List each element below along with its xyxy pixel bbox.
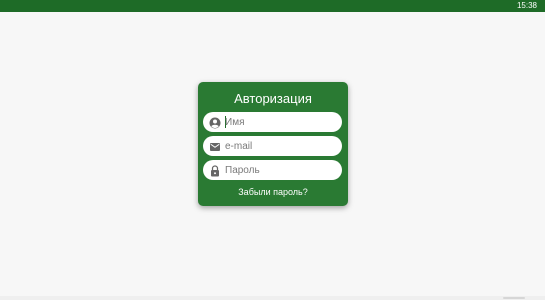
email-input[interactable] [225,136,335,156]
password-input[interactable] [225,160,335,180]
home-indicator[interactable] [503,297,525,299]
mail-icon [209,140,221,152]
status-time: 15:38 [516,1,537,10]
status-bar: 15:38 [0,0,545,12]
login-card: Авторизация Имя e-mail Забыли пароль? [198,82,348,206]
account-circle-icon [209,116,221,129]
email-field[interactable] [203,136,342,156]
navigation-bar [0,296,545,300]
name-field[interactable] [203,112,342,132]
forgot-password-link[interactable]: Забыли пароль? [198,187,348,197]
lock-icon [209,164,221,177]
login-title: Авторизация [234,91,312,106]
name-input[interactable] [225,112,335,132]
password-field[interactable] [203,160,342,180]
